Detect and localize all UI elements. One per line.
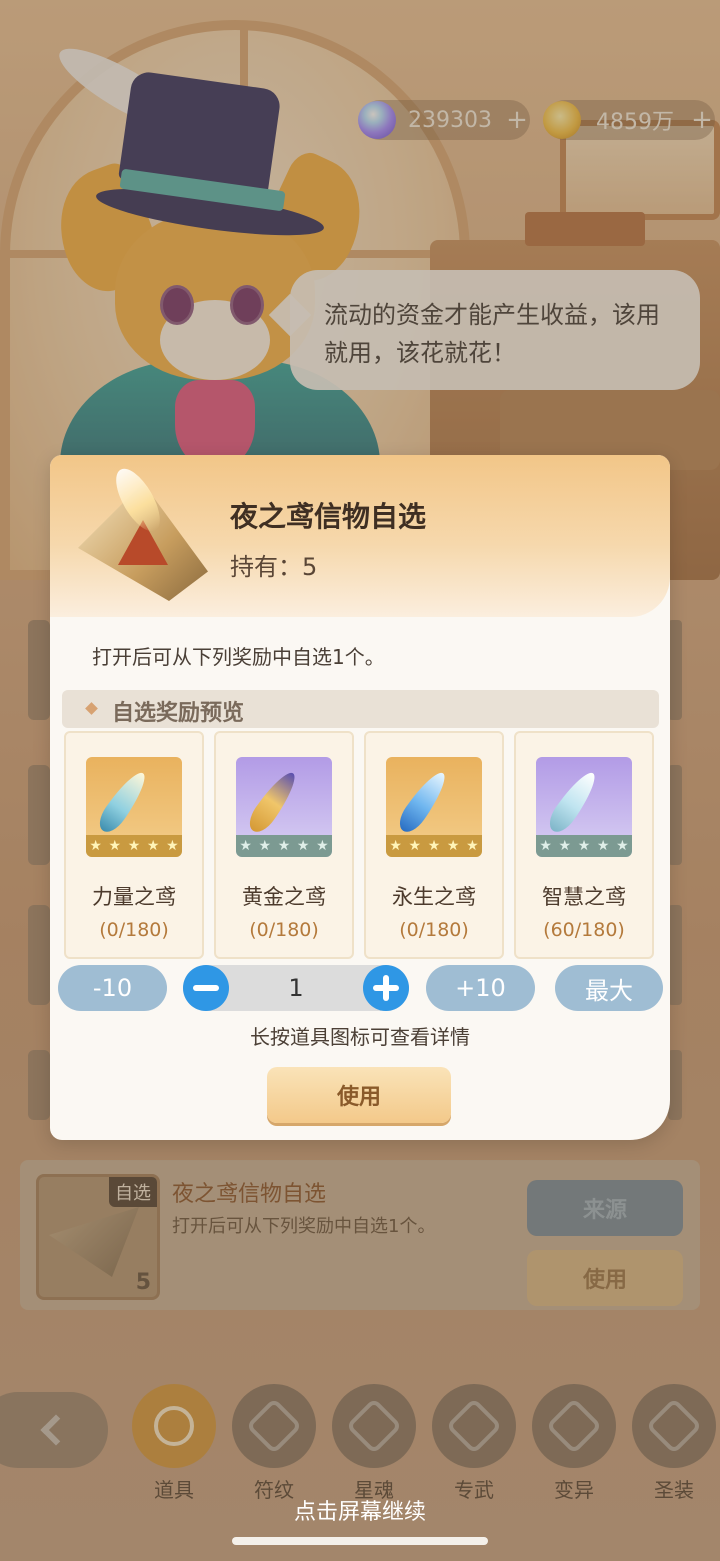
quantity-value[interactable]: 1 [229, 965, 363, 1011]
diamond-icon [85, 702, 98, 715]
reward-preview-label: 自选奖励预览 [112, 701, 245, 726]
reward-name: 智慧之鸢 [542, 885, 626, 909]
item-select-modal: 夜之鸢信物自选 持有：5 打开后可从下列奖励中自选1个。 自选奖励预览 ★ ★ ★ ★… [50, 455, 670, 1140]
reward-progress: (0/180) [99, 919, 169, 941]
star-rating: ★ ★ ★ ★ ★ [86, 835, 182, 857]
modal-description: 打开后可从下列奖励中自选1个。 [92, 645, 385, 669]
eternal-kite-feather-icon: ★ ★ ★ ★ ★ [386, 757, 482, 857]
wisdom-kite-feather-icon: ★ ★ ★ ★ ★ [536, 757, 632, 857]
modal-header: 夜之鸢信物自选 持有：5 [50, 455, 670, 617]
decrement-button[interactable] [183, 965, 229, 1011]
star-rating: ★ ★ ★ ★ ★ [386, 835, 482, 857]
plus-10-button[interactable]: +10 [426, 965, 535, 1011]
reward-card-wisdom[interactable]: ★ ★ ★ ★ ★ 智慧之鸢 (60/180) [514, 731, 654, 959]
kite-token-icon [68, 462, 218, 605]
max-button[interactable]: 最大 [555, 965, 663, 1011]
quantity-stepper: 1 [183, 965, 409, 1011]
reward-card-golden[interactable]: ★ ★ ★ ★ ★ 黄金之鸢 (0/180) [214, 731, 354, 959]
long-press-hint: 长按道具图标可查看详情 [250, 1025, 470, 1049]
use-button[interactable]: 使用 [267, 1067, 451, 1123]
reward-card-eternal[interactable]: ★ ★ ★ ★ ★ 永生之鸢 (0/180) [364, 731, 504, 959]
reward-name: 黄金之鸢 [242, 885, 326, 909]
reward-progress: (0/180) [399, 919, 469, 941]
golden-kite-feather-icon: ★ ★ ★ ★ ★ [236, 757, 332, 857]
reward-progress: (60/180) [543, 919, 625, 941]
reward-card-power[interactable]: ★ ★ ★ ★ ★ 力量之鸢 (0/180) [64, 731, 204, 959]
minus-10-button[interactable]: -10 [58, 965, 167, 1011]
minus-icon [193, 985, 219, 991]
power-kite-feather-icon: ★ ★ ★ ★ ★ [86, 757, 182, 857]
reward-preview-header: 自选奖励预览 [62, 690, 659, 728]
modal-title: 夜之鸢信物自选 [230, 500, 427, 533]
holding-count: 持有：5 [230, 553, 318, 581]
star-rating: ★ ★ ★ ★ ★ [236, 835, 332, 857]
home-indicator[interactable] [232, 1537, 488, 1545]
tap-to-continue[interactable]: 点击屏幕继续 [0, 1494, 720, 1526]
reward-name: 力量之鸢 [92, 885, 176, 909]
reward-name: 永生之鸢 [392, 885, 476, 909]
increment-button[interactable] [363, 965, 409, 1011]
reward-progress: (0/180) [249, 919, 319, 941]
star-rating: ★ ★ ★ ★ ★ [536, 835, 632, 857]
